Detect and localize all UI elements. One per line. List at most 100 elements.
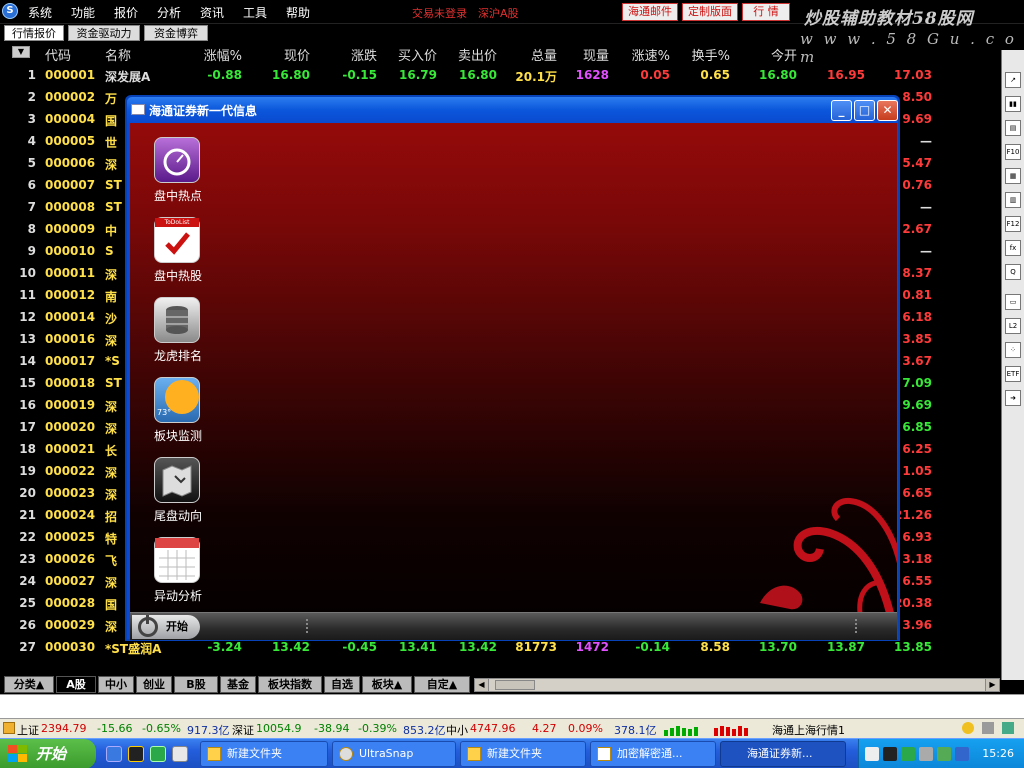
dialog-start-button[interactable]: 开始 [132,615,200,639]
col-change-pct[interactable]: 涨幅% [190,45,242,64]
col-price[interactable]: 现价 [258,45,310,64]
row-code: 000008 [45,200,96,214]
app-icon[interactable] [172,746,188,762]
minimize-button[interactable]: _ [831,100,852,121]
browser-icon[interactable] [150,746,166,762]
col-code[interactable]: 代码 [45,45,71,64]
network-icon[interactable] [919,747,933,761]
menu-tools[interactable]: 工具 [243,4,267,21]
app-hot-stocks[interactable]: ToDoList 盘中热股 [148,217,218,289]
folder-icon[interactable]: ▭ [1005,294,1021,310]
f10-icon[interactable]: F10 [1005,144,1021,160]
qq-icon[interactable] [128,746,144,762]
exit-icon[interactable]: ➜ [1005,390,1021,406]
breadth-bar [738,726,742,736]
menu-system[interactable]: 系统 [28,4,52,21]
cat-tab-sme[interactable]: 中小 [98,676,134,693]
cat-tab-sector-index[interactable]: 板块指数 [258,676,322,693]
volume-icon[interactable] [937,747,951,761]
cat-tab-classify[interactable]: 分类▲ [4,676,54,693]
col-turnover[interactable]: 换手% [678,45,730,64]
close-button[interactable]: ✕ [877,100,898,121]
row-index: 6 [27,178,36,192]
search-icon[interactable]: Q [1005,264,1021,280]
app-anomaly-analysis[interactable]: 异动分析 [148,537,218,609]
etf-icon[interactable]: ETF [1005,366,1021,382]
tab-quotes[interactable]: 行情报价 [4,25,64,41]
info-icon[interactable] [962,722,974,734]
app-logo-icon[interactable]: S [2,3,18,19]
browser-tray-icon[interactable] [901,747,915,761]
scroll-thumb[interactable] [495,680,535,690]
doc-icon[interactable]: ▦ [1005,168,1021,184]
quote-button[interactable]: 行 情 [742,3,790,21]
dialog-title-bar[interactable]: 海通证券新一代信息 _ □ ✕ [127,97,898,123]
col-open[interactable]: 今开 [745,45,797,64]
app-closing-trend[interactable]: 尾盘动向 [148,457,218,529]
scroll-left-icon[interactable]: ◀ [475,679,489,691]
cat-tab-a-share[interactable]: A股 [56,676,96,693]
row-index: 9 [27,244,36,258]
cat-tab-sector[interactable]: 板块▲ [362,676,412,693]
col-change[interactable]: 涨跌 [325,45,377,64]
cat-tab-watchlist[interactable]: 自选 [324,676,360,693]
qq-tray-icon[interactable] [883,747,897,761]
col-cur-volume[interactable]: 现量 [557,45,609,64]
cat-tab-custom[interactable]: 自定▲ [414,676,470,693]
person-icon[interactable] [982,722,994,734]
cat-tab-fund[interactable]: 基金 [220,676,256,693]
scroll-right-icon[interactable]: ▶ [985,679,999,691]
app-sector-monitor[interactable]: 73° 板块监测 [148,377,218,449]
tab-fund-drive[interactable]: 资金驱动力 [68,25,140,41]
col-bid[interactable]: 买入价 [385,45,437,64]
bars-icon[interactable]: ▤ [1005,120,1021,136]
col-volume[interactable]: 总量 [505,45,557,64]
show-desktop-icon[interactable] [106,746,122,762]
tab-fund-game[interactable]: 资金博弈 [144,25,208,41]
grid-icon[interactable]: ▥ [1005,192,1021,208]
task-folder-2[interactable]: 新建文件夹 [460,741,586,767]
row-name: 深 [105,400,118,414]
pen-icon[interactable] [955,747,969,761]
database-glyph [166,306,188,334]
chart-icon[interactable]: ↗ [1005,72,1021,88]
menu-quote[interactable]: 报价 [114,4,138,21]
row-index: 20 [19,486,36,500]
row-name: 深 [105,334,118,348]
task-crypto[interactable]: 加密解密通... [590,741,716,767]
maximize-button[interactable]: □ [854,100,875,121]
keyboard-icon[interactable] [865,747,879,761]
task-folder-1[interactable]: 新建文件夹 [200,741,328,767]
horizontal-scrollbar[interactable]: ◀ ▶ [474,678,1000,692]
cat-tab-gem[interactable]: 创业 [136,676,172,693]
row-code: 000019 [45,398,96,412]
level-icon[interactable]: L2 [1005,318,1021,334]
menu-help[interactable]: 帮助 [286,4,310,21]
sort-dropdown-icon[interactable]: ▼ [12,46,30,58]
col-speed[interactable]: 涨速% [618,45,670,64]
col-name[interactable]: 名称 [105,45,131,64]
f12-icon[interactable]: F12 [1005,216,1021,232]
row-bid: 13.41 [399,640,437,654]
kline-icon[interactable]: ▮▮ [1005,96,1021,112]
task-haitong[interactable]: 海通证券新... [720,741,846,767]
row-high: 13.87 [827,640,865,654]
formula-icon[interactable]: fx [1005,240,1021,256]
cat-tab-b-share[interactable]: B股 [174,676,218,693]
tools-icon[interactable] [1002,722,1014,734]
menu-info[interactable]: 资讯 [200,4,224,21]
app-dragon-tiger[interactable]: 龙虎排名 [148,297,218,369]
menu-analysis[interactable]: 分析 [157,4,181,21]
row-code: 000020 [45,420,96,434]
menu-function[interactable]: 功能 [71,4,95,21]
row-speed: 0.05 [640,68,670,82]
haitong-mail-button[interactable]: 海通邮件 [622,3,678,21]
custom-layout-button[interactable]: 定制版面 [682,3,738,21]
table-row[interactable]: 1 000001 深发展A -0.88 16.80 -0.15 16.79 16… [0,64,1000,86]
start-button[interactable]: 开始 [0,739,96,768]
col-ask[interactable]: 卖出价 [445,45,497,64]
app-hot-spot[interactable]: 盘中热点 [148,137,218,209]
task-ultrasnap[interactable]: UltraSnap [332,741,456,767]
dice-icon[interactable]: ⁘ [1005,342,1021,358]
row-index: 27 [19,640,36,654]
